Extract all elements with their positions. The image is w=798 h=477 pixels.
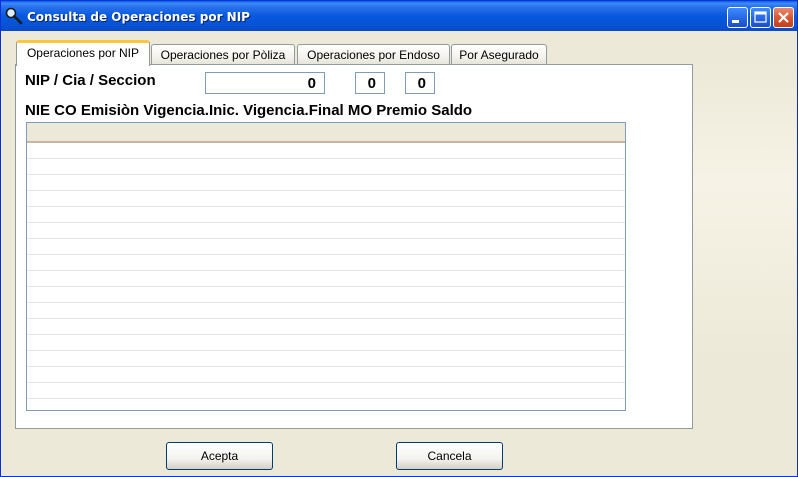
- main-window: Consulta de Operaciones por NIP Operacio…: [0, 0, 798, 477]
- tab-por-asegurado[interactable]: Por Asegurado: [451, 44, 547, 64]
- tab-label: Operaciones por Pòliza: [160, 48, 286, 62]
- tab-operaciones-por-endoso[interactable]: Operaciones por Endoso: [297, 44, 450, 64]
- grid-columns-caption: NIE CO Emisiòn Vigencia.Inic. Vigencia.F…: [25, 102, 473, 119]
- window-title: Consulta de Operaciones por NIP: [27, 10, 250, 24]
- title-bar[interactable]: Consulta de Operaciones por NIP: [1, 1, 797, 31]
- nip-cia-seccion-label: NIP / Cia / Seccion: [25, 72, 156, 89]
- tab-label: Operaciones por Endoso: [307, 48, 440, 62]
- operations-grid[interactable]: [26, 122, 626, 411]
- cia-field[interactable]: 0: [355, 72, 385, 94]
- tab-label: Por Asegurado: [459, 48, 539, 62]
- grid-header-row: [27, 123, 625, 143]
- tab-panel-operaciones-por-nip: NIP / Cia / Seccion 0 0 0 NIE CO Emisiòn…: [15, 64, 693, 429]
- seccion-field[interactable]: 0: [405, 72, 435, 94]
- close-button[interactable]: [773, 7, 794, 28]
- magnifier-icon: [5, 7, 23, 25]
- accept-button[interactable]: Acepta: [166, 442, 273, 470]
- nip-field[interactable]: 0: [205, 72, 325, 94]
- tab-label: Operaciones por NIP: [26, 46, 140, 60]
- background-gradient: [692, 61, 796, 361]
- tab-operaciones-por-nip[interactable]: Operaciones por NIP: [16, 40, 150, 66]
- minimize-button[interactable]: [727, 7, 748, 28]
- tab-operaciones-por-poliza[interactable]: Operaciones por Pòliza: [151, 44, 295, 64]
- grid-rows: [27, 143, 625, 410]
- maximize-button[interactable]: [750, 7, 771, 28]
- cancel-button[interactable]: Cancela: [396, 442, 503, 470]
